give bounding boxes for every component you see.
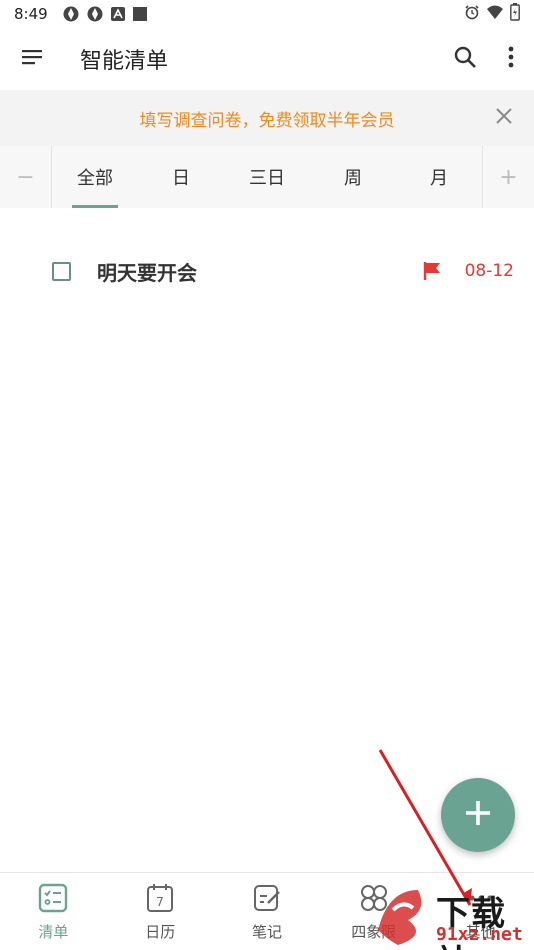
tabs-minus-button[interactable]: − [0,146,52,208]
banner-text[interactable]: 填写调查问卷，免费领取半年会员 [140,106,395,131]
svg-text:7: 7 [156,895,164,909]
plus-icon [463,798,493,832]
site-watermark: 下载站 91xz.net [368,880,534,950]
nav-item-2[interactable]: 笔记 [214,873,321,950]
watermark-sub-text: 91xz.net [436,924,523,945]
status-time: 8:49 [14,5,48,23]
close-icon [495,107,513,129]
survey-banner[interactable]: 填写调查问卷，免费领取半年会员 [0,90,534,146]
status-bar: 8:49 [0,0,534,28]
note-icon [250,881,284,915]
time-range-tabs: − 全部日三日周月 + [0,146,534,208]
app-notification-icon [62,5,80,23]
nav-item-1[interactable]: 7 日历 [107,873,214,950]
menu-icon [22,49,42,69]
tabs-plus-button[interactable]: + [482,146,534,208]
nav-item-label: 日历 [145,923,176,941]
a-notification-icon [110,6,126,22]
watermark-logo-icon [378,890,422,945]
nav-item-0[interactable]: 清单 [0,873,107,950]
task-due-date: 08-12 [464,261,514,281]
search-icon [453,45,477,73]
nav-item-label: 笔记 [251,923,282,941]
nav-item-label: 清单 [38,923,69,941]
page-title: 智能清单 [80,49,169,74]
calendar-icon: 7 [143,881,177,915]
more-options-button[interactable] [488,28,534,90]
flag-icon[interactable] [423,261,441,281]
wifi-icon [486,4,504,24]
battery-icon [510,3,520,25]
tab-1[interactable]: 日 [138,146,224,208]
banner-close-button[interactable] [488,102,520,134]
task-row[interactable]: 明天要开会 08-12 [0,240,534,302]
tab-4[interactable]: 月 [396,146,482,208]
app-notification-icon [86,5,104,23]
task-title: 明天要开会 [97,260,197,285]
app-bar: 智能清单 [0,28,534,90]
add-task-button[interactable] [441,778,515,852]
tab-2[interactable]: 三日 [224,146,310,208]
alarm-icon [464,4,480,24]
tab-3[interactable]: 周 [310,146,396,208]
search-button[interactable] [442,28,488,90]
menu-button[interactable] [0,28,64,90]
task-checkbox[interactable] [52,261,71,281]
checklist-icon [36,881,70,915]
tab-0[interactable]: 全部 [52,146,138,208]
more-vert-icon [508,46,514,72]
square-notification-icon [132,6,148,22]
